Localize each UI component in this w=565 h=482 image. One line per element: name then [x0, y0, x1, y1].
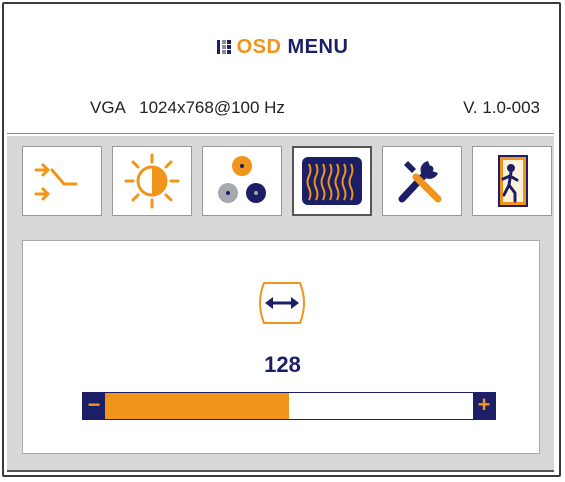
wrench-screwdriver-icon: [398, 161, 442, 203]
decrease-button[interactable]: −: [83, 393, 105, 419]
tab-exit[interactable]: [472, 146, 552, 216]
title-menu: MENU: [287, 36, 349, 58]
tab-input-select[interactable]: [22, 146, 102, 216]
osd-screen: OSD MENU VGA 1024x768@100 Hz V. 1.0-003: [0, 0, 565, 482]
exit-door-icon: [498, 155, 528, 207]
tab-color[interactable]: [202, 146, 282, 216]
adjustment-panel: [22, 240, 540, 454]
osd-title: OSD MENU: [0, 36, 565, 59]
sun-icon: [124, 153, 180, 209]
adjustment-value: 128: [264, 352, 301, 377]
horizontal-position-slider[interactable]: − +: [82, 392, 496, 420]
slider-fill: [105, 393, 289, 419]
increase-button[interactable]: +: [473, 393, 495, 419]
color-dots-icon: [218, 156, 266, 203]
tab-image[interactable]: [292, 146, 372, 216]
title-osd: OSD: [236, 36, 282, 58]
wave-pattern-icon: [302, 157, 362, 205]
tab-tools[interactable]: [382, 146, 462, 216]
tab-brightness[interactable]: [112, 146, 192, 216]
osd-logo-icon: [216, 40, 231, 54]
header-divider: [7, 133, 554, 134]
slider-track[interactable]: [105, 393, 473, 419]
signal-info: VGA 1024x768@100 Hz: [90, 98, 285, 117]
firmware-version: V. 1.0-003: [463, 98, 540, 117]
horizontal-position-icon: [259, 282, 305, 324]
input-arrows-icon: [34, 163, 78, 201]
